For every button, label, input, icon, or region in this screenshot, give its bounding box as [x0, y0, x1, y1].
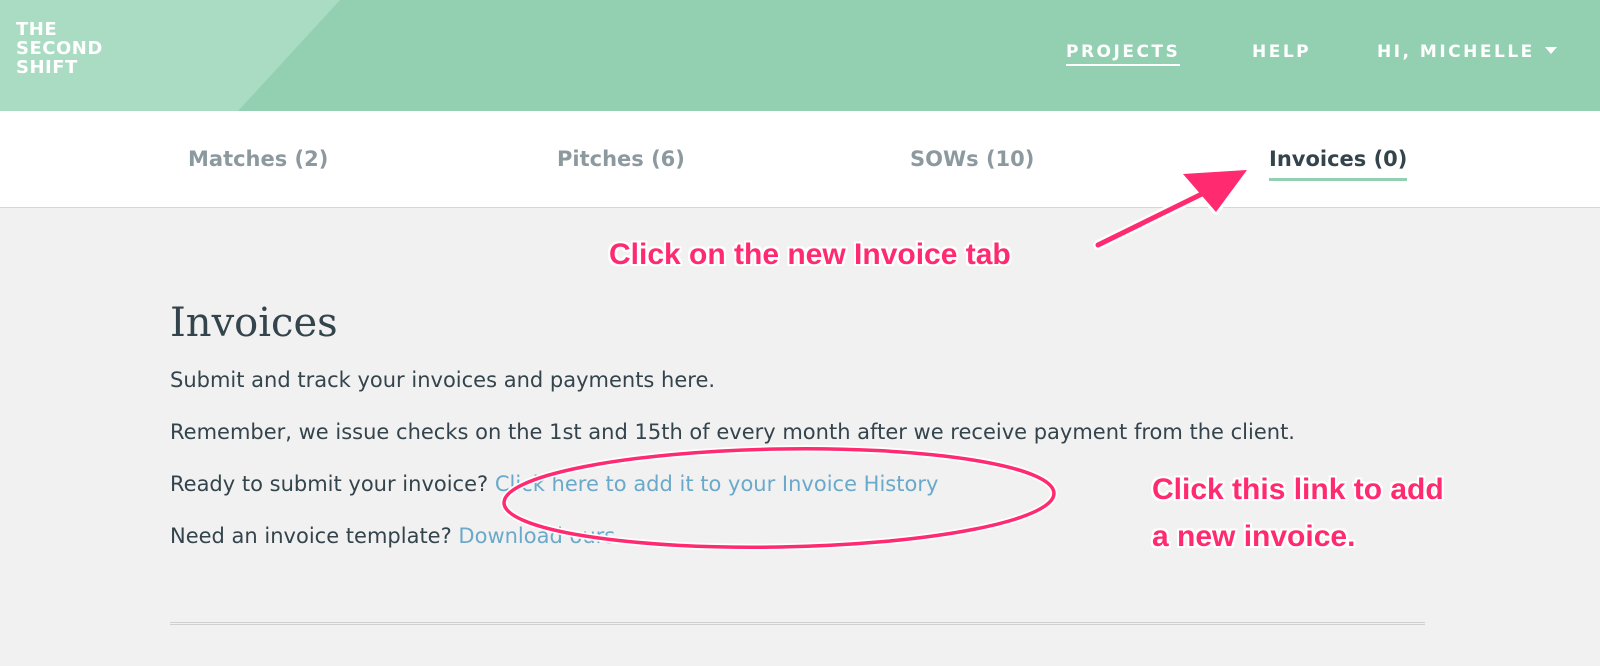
- top-header: THE SECOND SHIFT PROJECTS HELP HI, MICHE…: [0, 0, 1600, 111]
- logo-line-1: THE: [16, 19, 58, 40]
- template-text: Need an invoice template?: [170, 524, 459, 548]
- logo[interactable]: THE SECOND SHIFT: [16, 20, 103, 77]
- annotation-tab-callout: Click on the new Invoice tab: [609, 238, 1011, 271]
- tab-invoices[interactable]: Invoices (0): [1269, 147, 1408, 181]
- annotation-link-callout-line1: Click this link to add: [1152, 473, 1444, 506]
- user-menu-label: HI, MICHELLE: [1377, 42, 1535, 62]
- tab-pitches[interactable]: Pitches (6): [557, 147, 685, 171]
- download-template-link[interactable]: Download ours: [458, 524, 615, 548]
- tab-sows[interactable]: SOWs (10): [910, 147, 1034, 171]
- nav-help[interactable]: HELP: [1252, 42, 1311, 62]
- annotation-link-callout: Click this link to add a new invoice.: [1152, 466, 1444, 560]
- add-invoice-link[interactable]: Click here to add it to your Invoice His…: [495, 472, 939, 496]
- logo-line-3: SHIFT: [16, 57, 78, 78]
- user-menu[interactable]: HI, MICHELLE: [1377, 42, 1557, 62]
- nav-projects[interactable]: PROJECTS: [1066, 42, 1181, 66]
- intro-text: Submit and track your invoices and payme…: [170, 368, 716, 392]
- caret-down-icon: [1544, 47, 1557, 54]
- reminder-text: Remember, we issue checks on the 1st and…: [170, 420, 1295, 444]
- section-divider: [170, 622, 1425, 625]
- tab-matches[interactable]: Matches (2): [188, 147, 328, 171]
- tab-bar: Matches (2) Pitches (6) SOWs (10) Invoic…: [0, 111, 1600, 208]
- annotation-link-callout-line2: a new invoice.: [1152, 520, 1356, 553]
- logo-line-2: SECOND: [16, 38, 103, 59]
- ready-text: Ready to submit your invoice?: [170, 472, 495, 496]
- page-title: Invoices: [170, 300, 338, 346]
